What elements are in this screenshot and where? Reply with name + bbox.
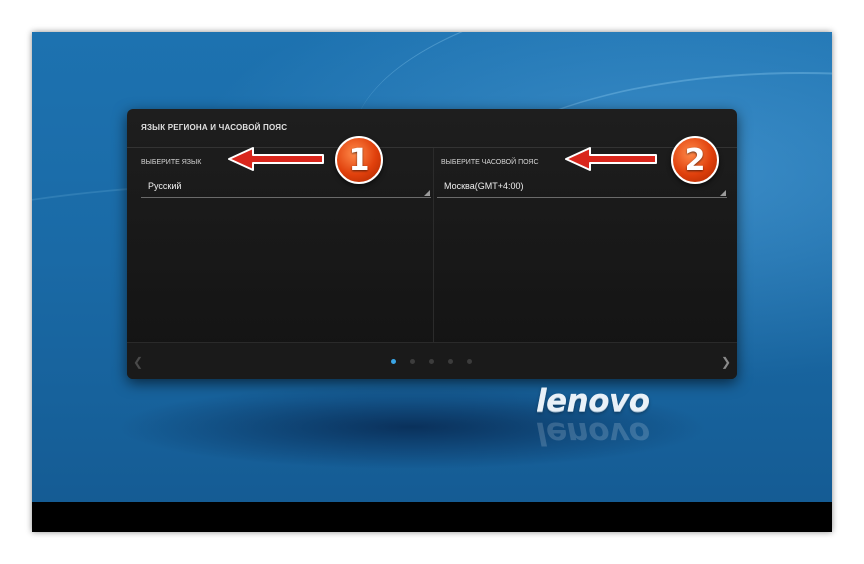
chevron-right-icon[interactable]: ❯: [721, 355, 731, 369]
timezone-select-value: Москва(GMT+4:00): [444, 181, 524, 191]
dropdown-corner-icon: [424, 190, 430, 196]
annotation-badge-2: 2: [671, 136, 719, 184]
column-divider: [433, 148, 434, 344]
setup-dialog: ЯЗЫК РЕГИОНА И ЧАСОВОЙ ПОЯС ВЫБЕРИТЕ ЯЗЫ…: [127, 109, 737, 379]
page-dot-active[interactable]: [391, 359, 396, 364]
lenovo-logo-reflection: lenovo: [536, 415, 650, 451]
page-indicator: [391, 359, 472, 364]
timezone-label: ВЫБЕРИТЕ ЧАСОВОЙ ПОЯС: [441, 159, 539, 166]
dialog-title: ЯЗЫК РЕГИОНА И ЧАСОВОЙ ПОЯС: [141, 123, 288, 132]
language-select-value: Русский: [148, 181, 182, 191]
annotation-arrow-1: [228, 147, 324, 171]
language-label: ВЫБЕРИТЕ ЯЗЫК: [141, 159, 202, 166]
page-dot[interactable]: [448, 359, 453, 364]
system-bar: [32, 502, 832, 532]
annotation-badge-1: 1: [335, 136, 383, 184]
chevron-left-icon[interactable]: ❮: [133, 355, 143, 369]
pager-bar: ❮ ❯: [127, 342, 737, 379]
page-dot[interactable]: [410, 359, 415, 364]
device-screen: ЯЗЫК РЕГИОНА И ЧАСОВОЙ ПОЯС ВЫБЕРИТЕ ЯЗЫ…: [32, 32, 832, 532]
lenovo-logo: lenovo: [536, 383, 650, 419]
language-select[interactable]: Русский: [141, 177, 431, 198]
page-dot[interactable]: [467, 359, 472, 364]
page-dot[interactable]: [429, 359, 434, 364]
annotation-arrow-2: [565, 147, 657, 171]
dropdown-corner-icon: [720, 190, 726, 196]
